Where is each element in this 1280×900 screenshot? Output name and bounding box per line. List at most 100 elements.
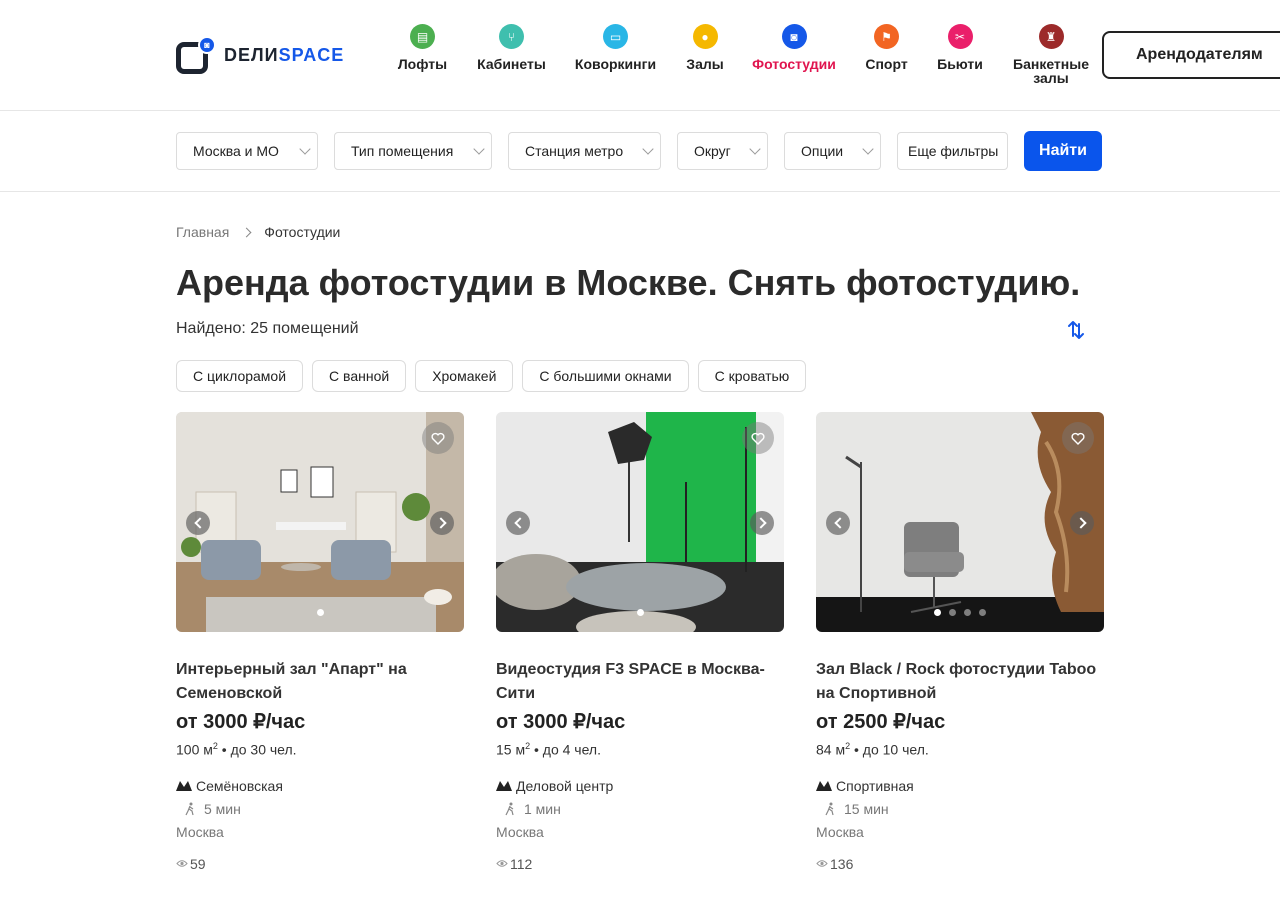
logo-icon: ◙ bbox=[176, 36, 216, 74]
logo-text: DEЛИ SPACE bbox=[224, 45, 344, 66]
district-select[interactable]: Округ bbox=[677, 132, 768, 170]
beauty-icon: ✂ bbox=[947, 24, 973, 49]
hall-icon: ● bbox=[692, 24, 718, 49]
listing-area: 84 м bbox=[816, 741, 846, 758]
metro-select-value: Станция метро bbox=[525, 143, 624, 159]
listing-price: от 3000 ₽/час bbox=[176, 711, 306, 733]
photo-dot[interactable] bbox=[316, 609, 324, 616]
room-type-select[interactable]: Тип помещения bbox=[334, 132, 492, 170]
options-select-value: Опции bbox=[801, 143, 844, 159]
tag-large-windows[interactable]: С большими окнами bbox=[522, 360, 689, 392]
metro-icon bbox=[176, 780, 192, 791]
favorite-button[interactable] bbox=[1062, 422, 1094, 454]
listing-photo[interactable] bbox=[496, 412, 784, 632]
metro-icon bbox=[496, 780, 512, 791]
listing-walk-time: 15 мин bbox=[816, 799, 1104, 819]
walk-time: 5 мин bbox=[204, 800, 241, 817]
photo-dots bbox=[496, 609, 784, 616]
nav-item-lofts[interactable]: ▤ Лофты bbox=[378, 24, 467, 85]
banquet-icon: ♜ bbox=[1038, 24, 1064, 49]
listing-walk-time: 1 мин bbox=[496, 799, 784, 819]
camera-icon: ◙ bbox=[781, 24, 807, 49]
walk-time: 1 мин bbox=[524, 800, 561, 817]
photo-dot[interactable] bbox=[636, 609, 644, 616]
eye-icon bbox=[176, 860, 188, 867]
listing-photo[interactable] bbox=[816, 412, 1104, 632]
favorite-button[interactable] bbox=[742, 422, 774, 454]
metro-station: Спортивная bbox=[836, 777, 914, 794]
district-select-value: Округ bbox=[694, 143, 731, 159]
chevron-down-icon bbox=[299, 143, 311, 155]
listing-image bbox=[816, 412, 1104, 632]
logo-text-part2: SPACE bbox=[278, 44, 345, 65]
eye-icon bbox=[816, 860, 828, 867]
nav-label: Фотостудии bbox=[752, 56, 836, 72]
listing-area: 100 м bbox=[176, 741, 213, 758]
photo-dot[interactable] bbox=[979, 609, 986, 616]
nav-item-banquet-halls[interactable]: ♜ Банкетные залы bbox=[1000, 24, 1102, 85]
coworking-icon: ▭ bbox=[603, 24, 628, 49]
nav-label: Коворкинги bbox=[574, 56, 657, 72]
listing-meta: 84 м2 • до 10 чел. bbox=[816, 741, 929, 758]
next-photo-button[interactable] bbox=[430, 511, 454, 535]
walk-time: 15 мин bbox=[844, 800, 889, 817]
prev-photo-button[interactable] bbox=[186, 511, 210, 535]
tag-cyclorama[interactable]: С циклорамой bbox=[176, 360, 304, 392]
owners-button[interactable]: Арендодателям bbox=[1102, 31, 1280, 79]
listing-card: Зал Black / Rock фотостудии Taboo на Спо… bbox=[816, 412, 1104, 874]
tag-bathtub[interactable]: С ванной bbox=[312, 360, 407, 392]
nav-label: Кабинеты bbox=[477, 56, 546, 72]
listing-title[interactable]: Интерьерный зал "Апарт" на Семеновской bbox=[176, 658, 464, 706]
photo-dot[interactable] bbox=[934, 609, 941, 616]
listing-capacity: • до 30 чел. bbox=[221, 741, 297, 758]
heart-icon bbox=[751, 432, 765, 445]
walking-icon bbox=[505, 802, 514, 815]
page-title: Аренда фотостудии в Москве. Снять фотост… bbox=[176, 262, 1081, 303]
listing-image bbox=[176, 412, 464, 632]
running-icon: ⚑ bbox=[874, 24, 899, 49]
photo-dot[interactable] bbox=[964, 609, 971, 616]
listing-views: 59 bbox=[176, 854, 464, 874]
listing-capacity: • до 4 чел. bbox=[534, 741, 601, 758]
nav-item-beauty[interactable]: ✂ Бьюти bbox=[920, 24, 1000, 85]
prev-photo-button[interactable] bbox=[506, 511, 530, 535]
options-select[interactable]: Опции bbox=[784, 132, 881, 170]
metro-select[interactable]: Станция метро bbox=[508, 132, 661, 170]
results-count: Найдено: 25 помещений bbox=[176, 320, 359, 337]
photo-dots bbox=[176, 609, 464, 616]
prev-photo-button[interactable] bbox=[826, 511, 850, 535]
filter-bar: Москва и МО Тип помещения Станция метро … bbox=[0, 111, 1280, 192]
tag-chromakey[interactable]: Хромакей bbox=[415, 360, 514, 392]
nav-item-photostudios[interactable]: ◙ Фотостудии bbox=[735, 24, 853, 85]
logo-text-part1: DEЛИ bbox=[224, 44, 279, 65]
region-select[interactable]: Москва и МО bbox=[176, 132, 318, 170]
logo[interactable]: ◙ DEЛИ SPACE bbox=[176, 36, 344, 74]
nav-item-coworkings[interactable]: ▭ Коворкинги bbox=[556, 24, 675, 85]
nav-label: Залы bbox=[686, 56, 724, 72]
nav-label: Бьюти bbox=[937, 56, 983, 72]
next-photo-button[interactable] bbox=[750, 511, 774, 535]
views-count: 59 bbox=[190, 855, 206, 872]
sort-icon[interactable] bbox=[1064, 318, 1088, 342]
chevron-down-icon bbox=[749, 143, 761, 155]
breadcrumb-home-link[interactable]: Главная bbox=[176, 224, 229, 240]
room-type-select-value: Тип помещения bbox=[351, 143, 454, 159]
heart-icon bbox=[431, 432, 445, 445]
nav-label: Спорт bbox=[865, 56, 908, 72]
listing-meta: 100 м2 • до 30 чел. bbox=[176, 741, 297, 758]
listing-photo[interactable] bbox=[176, 412, 464, 632]
nav-item-sport[interactable]: ⚑ Спорт bbox=[853, 24, 920, 85]
more-filters-button[interactable]: Еще фильтры bbox=[897, 132, 1008, 170]
breadcrumb: Главная Фотостудии bbox=[176, 224, 340, 240]
photo-dot[interactable] bbox=[949, 609, 956, 616]
breadcrumb-current: Фотостудии bbox=[264, 224, 341, 240]
favorite-button[interactable] bbox=[422, 422, 454, 454]
next-photo-button[interactable] bbox=[1070, 511, 1094, 535]
nav-item-offices[interactable]: ⑂ Кабинеты bbox=[467, 24, 556, 85]
find-button[interactable]: Найти bbox=[1024, 131, 1102, 171]
listing-title[interactable]: Видеостудия F3 SPACE в Москва-Сити bbox=[496, 658, 784, 706]
nav-item-halls[interactable]: ● Залы bbox=[675, 24, 735, 85]
listing-walk-time: 5 мин bbox=[176, 799, 464, 819]
listing-title[interactable]: Зал Black / Rock фотостудии Taboo на Спо… bbox=[816, 658, 1104, 706]
tag-bed[interactable]: С кроватью bbox=[697, 360, 807, 392]
